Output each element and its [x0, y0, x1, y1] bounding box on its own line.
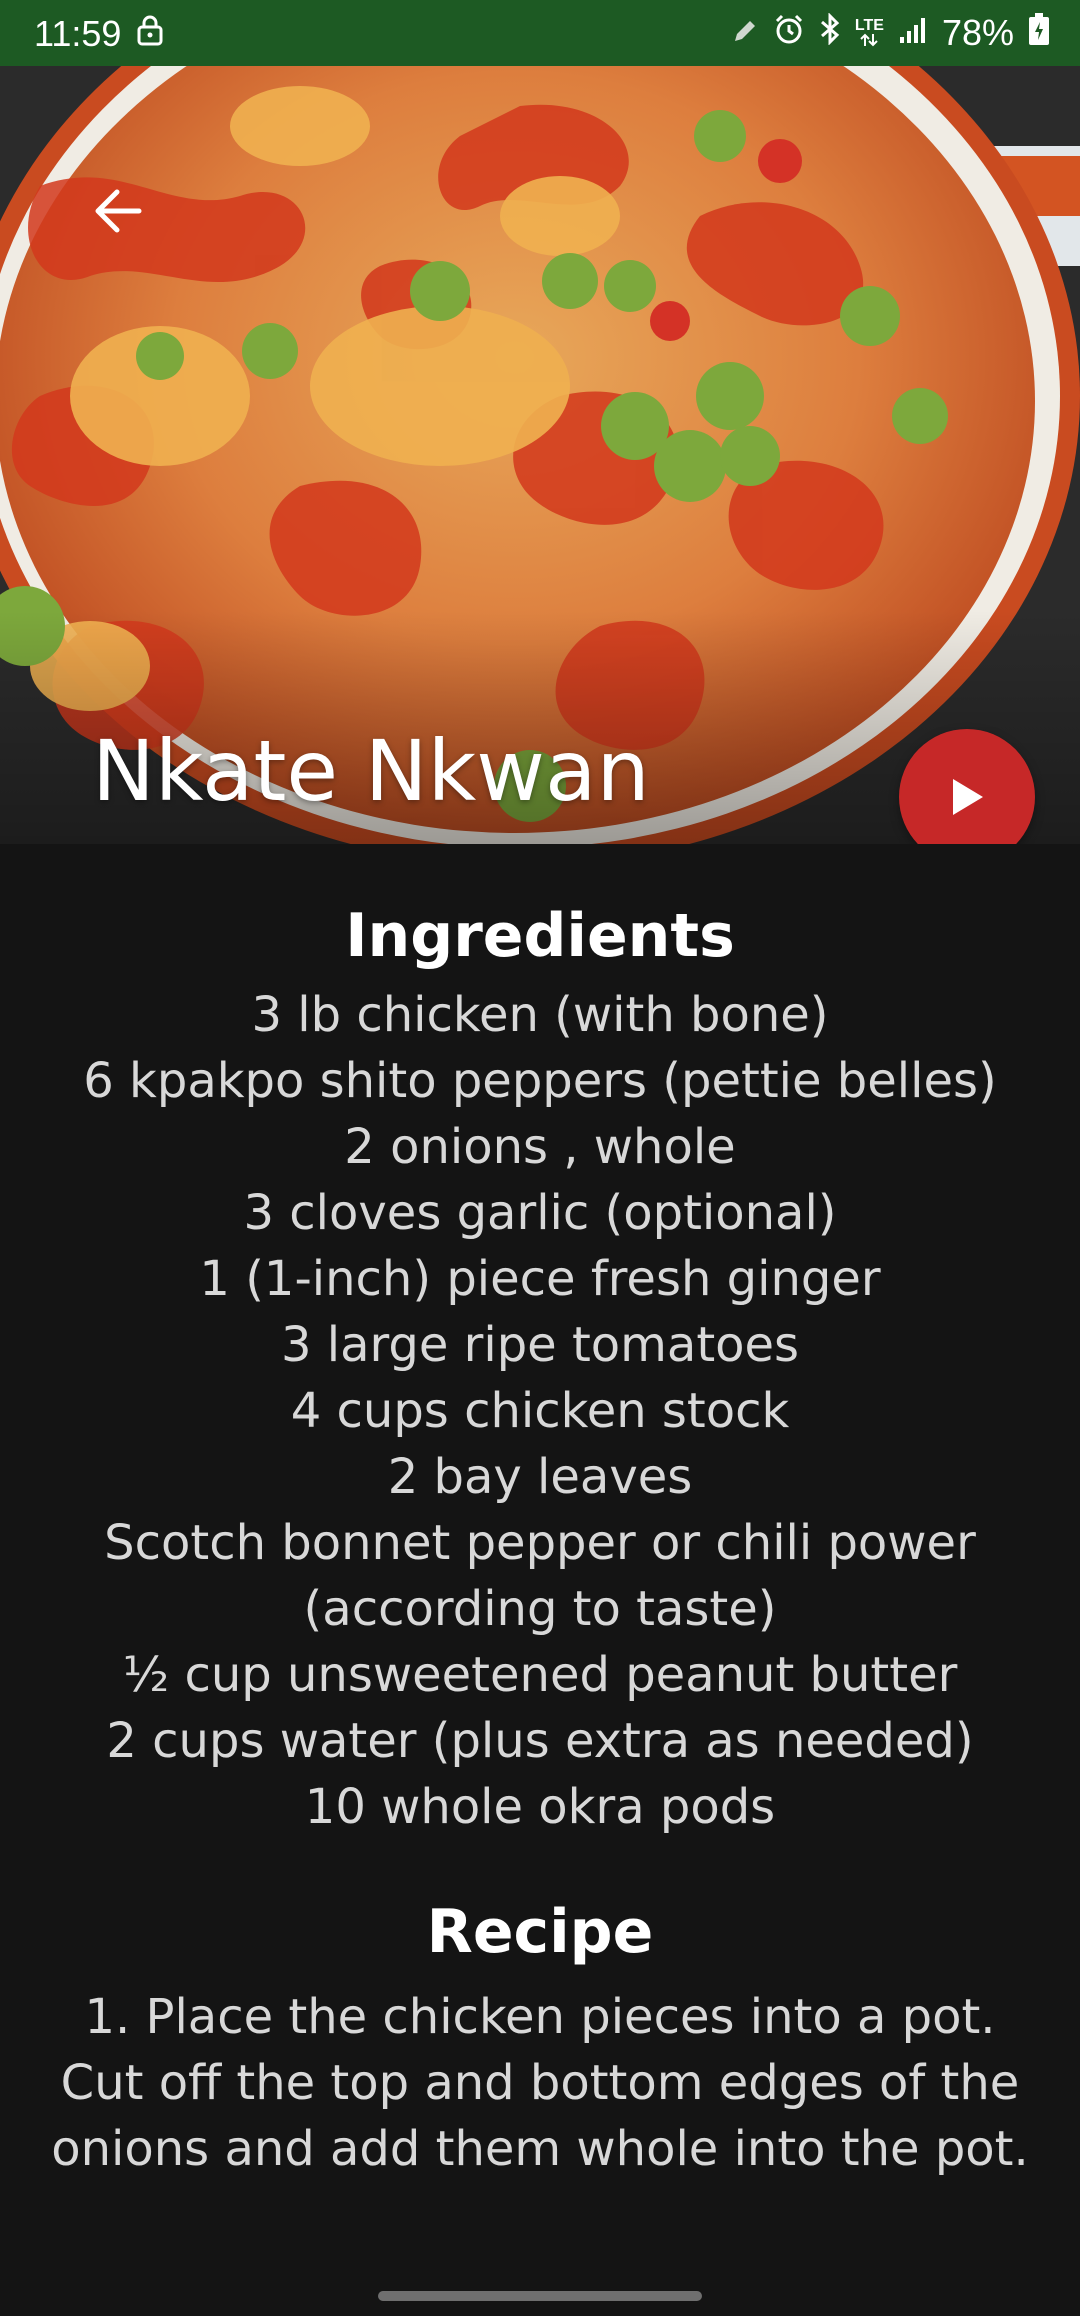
- ingredient-list: 3 lb chicken (with bone) 6 kpakpo shito …: [0, 982, 1080, 1840]
- ingredient-item: Scotch bonnet pepper or chili power (acc…: [104, 1515, 976, 1637]
- pencil-icon: [731, 13, 759, 53]
- ingredient-item: 1 (1-inch) piece fresh ginger: [199, 1251, 881, 1307]
- ingredient-item: 10 whole okra pods: [304, 1779, 776, 1835]
- ingredient-item: 3 cloves garlic (optional): [243, 1185, 837, 1241]
- status-right: LTE 78%: [731, 12, 1050, 54]
- ingredient-item: 2 onions , whole: [344, 1119, 736, 1175]
- lock-icon: [137, 14, 163, 54]
- alarm-icon: [773, 13, 805, 53]
- home-gesture-handle[interactable]: [378, 2291, 702, 2301]
- ingredients-heading: Ingredients: [345, 901, 735, 971]
- status-left: 11:59: [34, 14, 163, 54]
- ingredient-item: 3 lb chicken (with bone): [251, 987, 829, 1043]
- ingredient-item: ½ cup unsweetened peanut butter: [122, 1647, 958, 1703]
- ingredient-item: 2 bay leaves: [387, 1449, 693, 1505]
- recipe-details: Ingredients 3 lb chicken (with bone) 6 k…: [0, 844, 1080, 2182]
- recipe-heading: Recipe: [426, 1897, 654, 1967]
- ingredient-item: 4 cups chicken stock: [290, 1383, 790, 1439]
- status-time: 11:59: [34, 13, 122, 54]
- recipe-title: Nkate Nkwan: [92, 722, 650, 820]
- back-button[interactable]: [78, 176, 158, 246]
- gesture-nav-bar: [0, 2276, 1080, 2316]
- network-type: LTE: [855, 18, 884, 47]
- battery-icon: [1028, 12, 1050, 54]
- battery-percent: 78%: [941, 12, 1014, 53]
- dish-image: Nkate Nkwan: [0, 66, 1080, 844]
- data-arrows-icon: [860, 33, 879, 47]
- recipe-step: 1. Place the chicken pieces into a pot. …: [51, 1989, 1029, 2177]
- ingredient-item: 3 large ripe tomatoes: [280, 1317, 800, 1373]
- ingredient-item: 2 cups water (plus extra as needed): [106, 1713, 974, 1769]
- arrow-back-icon: [95, 189, 142, 233]
- ingredient-item: 6 kpakpo shito peppers (pettie belles): [83, 1053, 997, 1109]
- status-bar: 11:59 LTE 78%: [0, 0, 1080, 66]
- play-icon: [953, 779, 983, 815]
- signal-icon: [898, 13, 928, 53]
- bluetooth-icon: [819, 12, 841, 53]
